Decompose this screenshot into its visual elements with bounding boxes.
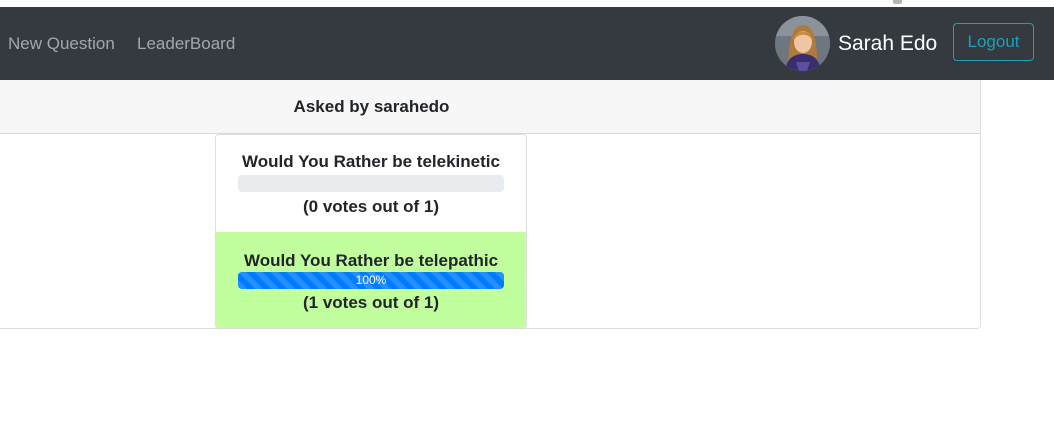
progress-track [238, 175, 504, 192]
avatar [775, 16, 830, 71]
user-name: Sarah Edo [838, 32, 938, 55]
vote-count: (0 votes out of 1) [302, 197, 439, 216]
poll-results: Would You Rather be telekinetic (0 votes… [215, 134, 527, 329]
nav-link-leaderboard[interactable]: LeaderBoard [137, 33, 235, 55]
nav-link-new-question[interactable]: New Question [8, 33, 115, 55]
logout-button[interactable]: Logout [953, 23, 1034, 61]
user-avatar-icon [775, 16, 830, 71]
asked-by-heading: Asked by sarahedo [293, 97, 450, 116]
option-text: Would You Rather be telekinetic [242, 152, 500, 171]
top-navbar: New Question LeaderBoard Sarah Edo Logou… [0, 7, 1054, 80]
card-header: Asked by sarahedo [0, 80, 980, 134]
option-result-1: Would You Rather be telekinetic (0 votes… [216, 135, 526, 233]
progress-track: 100% [238, 272, 504, 289]
vote-count: (1 votes out of 1) [302, 293, 439, 312]
scrollbar-thumb[interactable] [893, 0, 902, 4]
option-text: Would You Rather be telepathic [243, 251, 499, 270]
option-result-2-selected: Would You Rather be telepathic 100% (1 v… [216, 232, 526, 328]
progress-bar: 100% [238, 272, 504, 289]
